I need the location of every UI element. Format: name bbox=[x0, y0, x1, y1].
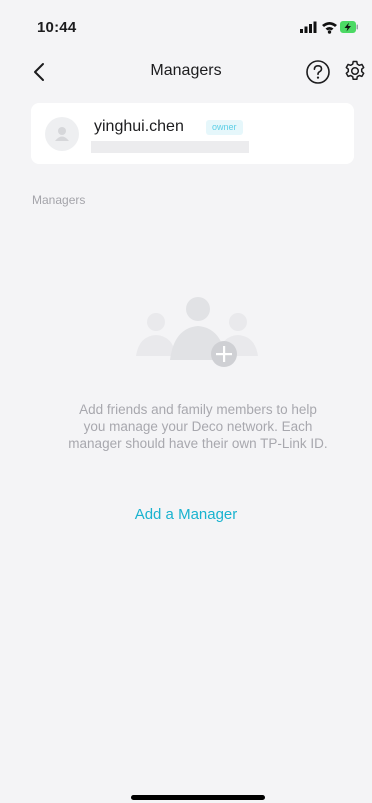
avatar bbox=[45, 117, 79, 151]
battery-icon bbox=[340, 21, 358, 33]
owner-badge: owner bbox=[206, 120, 243, 135]
help-icon bbox=[306, 60, 330, 84]
status-bar: 10:44 bbox=[0, 0, 372, 44]
people-illustration bbox=[126, 282, 266, 378]
plus-icon bbox=[211, 341, 237, 367]
home-indicator bbox=[131, 795, 265, 800]
empty-state-message: Add friends and family members to help y… bbox=[50, 401, 346, 452]
empty-message-line: Add friends and family members to help bbox=[79, 402, 317, 417]
empty-message-line: manager should have their own TP-Link ID… bbox=[68, 436, 328, 451]
status-time: 10:44 bbox=[37, 19, 77, 36]
owner-email-redacted bbox=[91, 141, 249, 153]
help-button[interactable] bbox=[305, 59, 331, 85]
settings-button[interactable] bbox=[343, 59, 367, 83]
nav-bar: Managers bbox=[0, 52, 372, 92]
owner-card[interactable]: yinghui.chen owner bbox=[31, 103, 354, 164]
add-manager-button[interactable]: Add a Manager bbox=[0, 506, 372, 523]
section-label-managers: Managers bbox=[32, 193, 86, 207]
wifi-icon bbox=[322, 22, 337, 34]
settings-icon bbox=[345, 60, 365, 81]
owner-name: yinghui.chen bbox=[94, 118, 184, 135]
status-icons bbox=[300, 20, 358, 34]
signal-icon bbox=[300, 21, 317, 33]
empty-message-line: you manage your Deco network. Each bbox=[83, 419, 313, 434]
